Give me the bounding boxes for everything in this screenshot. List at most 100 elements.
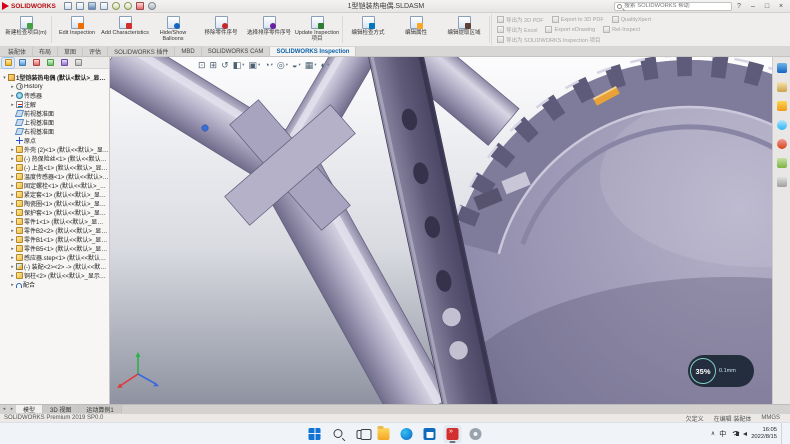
tree-item[interactable]: ▸传感器 bbox=[0, 91, 109, 100]
expand-arrow-icon[interactable]: ▸ bbox=[10, 282, 15, 288]
ribbon-button-edit-inspection[interactable]: Edit Inspection bbox=[53, 14, 101, 45]
dimxpert-manager-tab[interactable] bbox=[44, 58, 56, 68]
taskbar-search-button[interactable] bbox=[329, 425, 347, 443]
expand-arrow-icon[interactable]: ▸ bbox=[10, 156, 15, 162]
new-button[interactable] bbox=[63, 1, 74, 12]
ribbon-button-add-characteristics[interactable]: Add Characteristics bbox=[101, 14, 149, 45]
tree-item[interactable]: 前视基准面 bbox=[0, 109, 109, 118]
expand-arrow-icon[interactable]: ▸ bbox=[10, 264, 15, 270]
ribbon-button-sort-balloons[interactable]: 选择排序零件序号 bbox=[245, 14, 293, 45]
section-view-button[interactable]: ◧▾ bbox=[233, 60, 245, 70]
tab-布局[interactable]: 布局 bbox=[33, 47, 58, 56]
tab-mbd[interactable]: MBD bbox=[175, 47, 201, 56]
redo-button[interactable] bbox=[123, 1, 134, 12]
hide-show-items-button[interactable]: ◎▾ bbox=[277, 60, 288, 70]
expand-arrow-icon[interactable]: ▸ bbox=[10, 147, 15, 153]
tree-item[interactable]: ▸温度传感器<1> (默认<<默认>_显示状态) bbox=[0, 172, 109, 181]
tree-item[interactable]: ▸保护套<1> (默认<<默认>_显示状态) bbox=[0, 208, 109, 217]
tree-item[interactable]: ▸感应器.step<1> (默认<<默认>_显示状态) bbox=[0, 253, 109, 262]
tree-item[interactable]: ▸固定螺栓<1> (默认<<默认>_显示状态) bbox=[0, 181, 109, 190]
tab-装配体[interactable]: 装配体 bbox=[2, 47, 33, 56]
taskbar-file-explorer-button[interactable] bbox=[375, 425, 393, 443]
custom-properties-button[interactable] bbox=[775, 175, 788, 188]
export-item-rel-inspect[interactable]: Rel-Inspect bbox=[603, 26, 640, 34]
taskbar-start-button[interactable] bbox=[306, 425, 324, 443]
show-desktop-button[interactable] bbox=[781, 423, 784, 444]
tree-item[interactable]: ▸(-) 装配<2><2> -> (默认<<默认>_显示状态) bbox=[0, 262, 109, 271]
export-item-导出为-excel[interactable]: 导出为 Excel bbox=[497, 26, 537, 34]
view-tab-运动算例1[interactable]: 运动算例1 bbox=[79, 405, 121, 413]
tree-item[interactable]: 上视基准面 bbox=[0, 118, 109, 127]
ribbon-button-edit-properties[interactable]: 编辑属性 bbox=[392, 14, 440, 45]
view-tab-3d-视图[interactable]: 3D 视图 bbox=[43, 405, 79, 413]
options-button[interactable] bbox=[147, 1, 158, 12]
taskbar-edge-button[interactable] bbox=[398, 425, 416, 443]
ribbon-button-edit-methods[interactable]: 编辑检查方式 bbox=[344, 14, 392, 45]
ribbon-button-remove-balloons[interactable]: 移除零件序号 bbox=[197, 14, 245, 45]
ribbon-button-new-inspection[interactable]: 新建检查项目(m) bbox=[2, 14, 50, 45]
tree-item[interactable]: ▸注解 bbox=[0, 100, 109, 109]
tray-overflow-chevron-icon[interactable]: ∧ bbox=[711, 430, 715, 437]
open-button[interactable] bbox=[75, 1, 86, 12]
tab-solidworks-inspection[interactable]: SOLIDWORKS Inspection bbox=[270, 47, 356, 56]
configuration-manager-tab[interactable] bbox=[30, 58, 42, 68]
tab-草图[interactable]: 草图 bbox=[58, 47, 83, 56]
export-item-export-to-3d-pdf[interactable]: Export to 3D PDF bbox=[552, 16, 604, 24]
view-palette-button[interactable] bbox=[775, 118, 788, 131]
view-tab-模型[interactable]: 模型 bbox=[16, 405, 43, 413]
view-orientation-button[interactable]: ▣▾ bbox=[248, 60, 260, 70]
expand-arrow-icon[interactable]: ▸ bbox=[10, 246, 15, 252]
help-button[interactable]: ? bbox=[734, 3, 744, 10]
tab-scroll-left-icon[interactable]: ◂ bbox=[0, 405, 8, 413]
save-button[interactable] bbox=[87, 1, 98, 12]
expand-arrow-icon[interactable]: ▸ bbox=[10, 192, 15, 198]
ribbon-button-update-project[interactable]: Update Inspection 项目 bbox=[293, 14, 341, 45]
home-button[interactable] bbox=[775, 61, 788, 74]
tab-scroll-right-icon[interactable]: ▸ bbox=[8, 405, 16, 413]
expand-arrow-icon[interactable]: ▸ bbox=[10, 102, 15, 108]
print-button[interactable] bbox=[99, 1, 110, 12]
tab-评估[interactable]: 评估 bbox=[83, 47, 108, 56]
expand-arrow-icon[interactable]: ▸ bbox=[10, 210, 15, 216]
tree-item[interactable]: ▸陶瓷圈<1> (默认<<默认>_显示状态) bbox=[0, 199, 109, 208]
tree-item[interactable]: ▸零件1<1> (默认<<默认>_显示状态) bbox=[0, 217, 109, 226]
expand-arrow-icon[interactable]: ▸ bbox=[10, 84, 15, 90]
appearances-button[interactable] bbox=[775, 137, 788, 150]
expand-arrow-icon[interactable]: ▸ bbox=[10, 174, 15, 180]
file-explorer-button[interactable] bbox=[775, 99, 788, 112]
minimize-button[interactable]: – bbox=[746, 0, 760, 12]
tree-item[interactable]: ▸(-) 热保险丝<1> (默认<<默认>_显示状态) bbox=[0, 154, 109, 163]
expand-arrow-icon[interactable]: ▸ bbox=[10, 165, 15, 171]
zoom-to-fit-button[interactable]: ⊡ bbox=[198, 60, 206, 70]
tree-item[interactable]: ▸紧定套<1> (默认<<默认>_显示状态) bbox=[0, 190, 109, 199]
expand-arrow-icon[interactable]: ▸ bbox=[10, 237, 15, 243]
taskbar-settings-button[interactable] bbox=[467, 425, 485, 443]
apply-scene-button[interactable]: ▦▾ bbox=[305, 60, 317, 70]
rebuild-button[interactable] bbox=[135, 1, 146, 12]
ime-indicator[interactable]: 中 bbox=[719, 429, 726, 439]
tree-item[interactable]: ▸(-) 上盖<1> (默认<<默认>_显示状态) bbox=[0, 163, 109, 172]
expand-arrow-icon[interactable]: ▸ bbox=[10, 228, 15, 234]
close-button[interactable]: × bbox=[774, 0, 788, 12]
expand-arrow-icon[interactable]: ▸ bbox=[10, 183, 15, 189]
tree-item[interactable]: ▸零件B5<1> (默认<<默认>_显示状态) bbox=[0, 244, 109, 253]
graphics-viewport[interactable]: ⊡⊞↺◧▾▣▾◔▾◎▾◒▾▦▾◐▾ 35% 0.1mm bbox=[110, 57, 772, 404]
tree-item[interactable]: ▸零件B2<2> (默认<<默认>_显示状态) bbox=[0, 226, 109, 235]
tree-item[interactable]: ▸配合 bbox=[0, 280, 109, 289]
taskbar-clock[interactable]: 16:05 2022/8/15 bbox=[751, 427, 777, 440]
display-manager-tab[interactable] bbox=[58, 58, 70, 68]
export-item-export-edrawing[interactable]: Export eDrawing bbox=[545, 26, 595, 34]
ribbon-button-edit-extraction[interactable]: 编辑提取区域 bbox=[440, 14, 488, 45]
export-item-导出为-2d-pdf[interactable]: 导出为 2D PDF bbox=[497, 16, 544, 24]
tree-item[interactable]: ▸外壳 (2)<1> (默认<<默认>_显示状态) bbox=[0, 145, 109, 154]
ribbon-button-balloons[interactable]: Hide/Show Balloons bbox=[149, 14, 197, 45]
feature-manager-tab[interactable] bbox=[2, 58, 14, 68]
expand-arrow-icon[interactable]: ▸ bbox=[10, 201, 15, 207]
help-search-box[interactable] bbox=[614, 2, 732, 11]
export-item-导出为-solidworks-inspection-项目[interactable]: 导出为 SOLIDWORKS Inspection 项目 bbox=[497, 36, 600, 44]
taskbar-task-view-button[interactable] bbox=[352, 425, 370, 443]
zoom-to-area-button[interactable]: ⊞ bbox=[210, 60, 218, 70]
filter-tab[interactable] bbox=[72, 58, 84, 68]
tree-item[interactable]: 右视基准面 bbox=[0, 127, 109, 136]
tree-item[interactable]: ▾1型铠装热电偶 (默认<默认>_显示状态-1) bbox=[0, 73, 109, 82]
